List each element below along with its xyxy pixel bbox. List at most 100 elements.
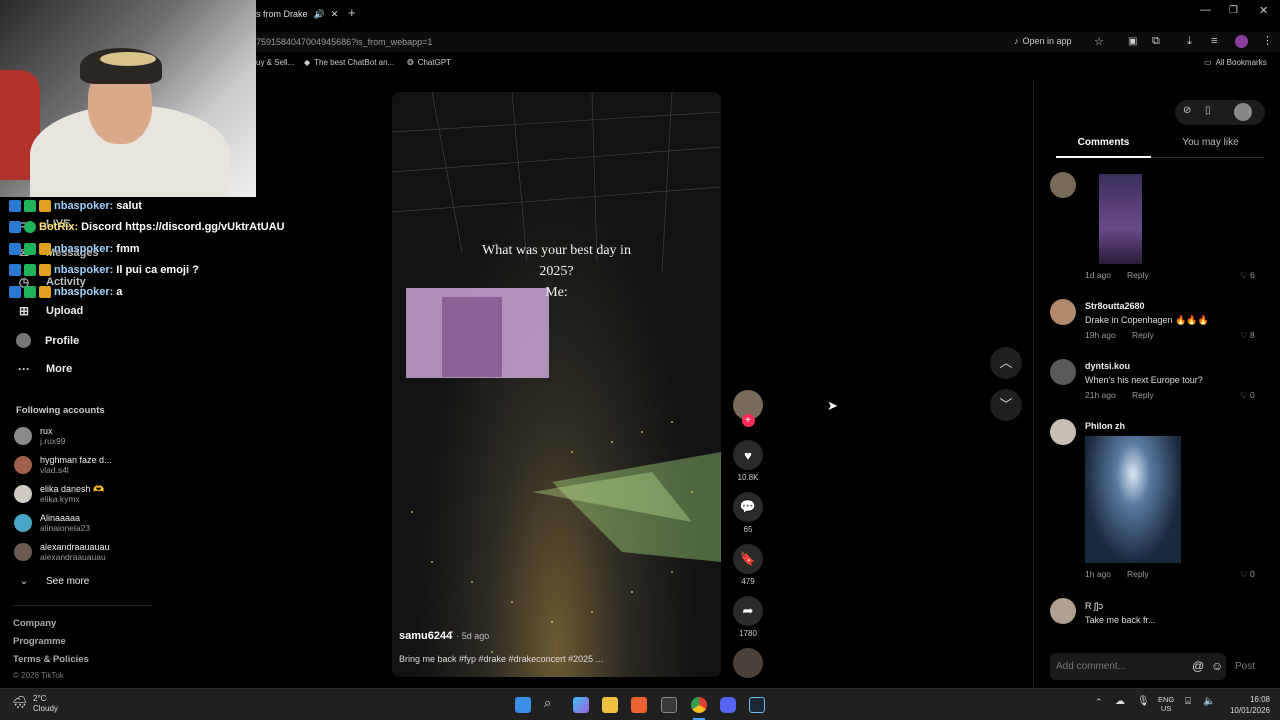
sidebar-item-more[interactable]: ··· More [16,362,72,376]
video-caption[interactable]: Bring me back #fyp #drake #drakeconcert … [399,654,603,664]
comment-image[interactable] [1085,436,1181,563]
tab-you-may-like[interactable]: You may like [1163,137,1258,148]
add-comment-input-wrap[interactable]: Add comment... @ ☺ [1050,653,1226,680]
following-account[interactable]: elika danesh 🫶 elika.kymx [14,484,104,504]
brave-icon[interactable] [631,697,647,713]
footer-link[interactable]: Terms & Policies [13,654,89,665]
following-account[interactable]: Alinaaaaa alinaionela23 [14,513,90,533]
download-icon[interactable]: ⤓ [1187,35,1192,48]
all-bookmarks[interactable]: ▭ All Bookmarks [1204,58,1267,67]
bookmark-star-icon[interactable]: ☆ [1094,35,1104,48]
windows-start-icon[interactable] [515,697,531,713]
sidebar-item-profile[interactable]: Profile [16,333,79,348]
user-avatar[interactable] [1234,103,1252,121]
browser-tab[interactable]: s from Drake 🔊 ✕ [256,3,342,25]
reply-button[interactable]: Reply [1127,270,1149,280]
clock[interactable]: 16:08 10/01/2026 [1222,694,1270,716]
reply-button[interactable]: Reply [1127,569,1149,579]
close-window-button[interactable]: ✕ [1259,4,1268,17]
following-account[interactable]: rux j.rux99 [14,426,66,446]
like-button[interactable]: ♥ 10.8K [732,440,764,482]
chevron-up-icon[interactable]: ⌃ [1095,697,1103,708]
avatar[interactable] [1050,419,1076,445]
emoji-icon[interactable]: ☺ [1211,659,1223,673]
reply-button[interactable]: Reply [1132,330,1154,340]
open-in-app-button[interactable]: ♪ Open in app [1014,36,1072,46]
cloud-icon[interactable]: ☁ [1115,696,1125,707]
file-explorer-icon[interactable] [602,697,618,713]
new-tab-button[interactable]: + [348,5,356,20]
profile-avatar[interactable] [1235,35,1248,48]
save-button[interactable]: 🔖 479 [732,544,764,586]
avatar-icon [16,333,31,348]
comment-image[interactable] [1099,174,1142,264]
chevron-down-icon[interactable]: ﹀ [990,389,1022,421]
following-account[interactable]: hyghman faze d... vlad.s4l [14,455,112,475]
app-icon[interactable] [661,697,677,713]
avatar[interactable] [1050,172,1076,198]
language-indicator[interactable]: ENG US [1158,695,1174,713]
badge-icon [24,286,36,298]
extension-icon[interactable]: ▣ [1128,36,1137,47]
avatar [14,485,32,503]
comments-panel: ⊘ ▯ Comments You may like 1d ago Reply ♡… [1033,80,1280,688]
author-avatar-button[interactable]: + [732,390,764,427]
comment-icon: 💬 [733,492,763,522]
follow-plus-icon[interactable]: + [741,414,755,427]
phone-icon[interactable]: ▯ [1205,105,1211,116]
divider [13,605,153,606]
comment-like[interactable]: ♡ 6 [1240,270,1255,281]
media-icon[interactable]: ≡ [1211,35,1217,47]
bookmark-item[interactable]: uy & Sell... [256,58,294,67]
search-icon[interactable]: ⌕ [544,695,551,711]
avatar[interactable] [1050,299,1076,325]
share-button[interactable]: ➦ 1780 [732,596,764,638]
see-more-link[interactable]: ⌄ See more [16,576,90,587]
weather-icon: 🌨 [12,695,28,709]
network-icon[interactable]: ⌸ [1185,696,1191,707]
minimize-button[interactable]: — [1200,4,1211,16]
chrome-icon[interactable] [691,697,707,713]
steam-icon[interactable] [749,697,765,713]
weather-widget[interactable]: 2°C Cloudy [33,694,58,714]
bookmark-item[interactable]: ◆ The best ChatBot an... [304,58,394,67]
microphone-icon[interactable]: 🎙 [1137,696,1150,707]
reply-button[interactable]: Reply [1132,390,1154,400]
url-text[interactable]: 7591584047004945686?is_from_webapp=1 [256,37,432,47]
add-comment-input[interactable]: Add comment... [1056,661,1126,672]
footer-link[interactable]: Company [13,618,56,629]
video-author[interactable]: samu6244 [399,630,452,642]
tab-comments[interactable]: Comments [1056,137,1151,148]
post-button[interactable]: Post [1235,661,1255,672]
volume-icon[interactable]: 🔈 [1203,696,1215,707]
discord-icon[interactable] [720,697,736,713]
video-player[interactable]: What was your best day in 2025? Me: samu… [392,92,721,677]
close-tab-icon[interactable]: ✕ [331,9,339,20]
music-disc-button[interactable] [732,648,764,678]
panel-toolbar: ⊘ ▯ [1175,100,1265,125]
avatar[interactable] [1050,359,1076,385]
footer-link[interactable]: Programme [13,636,66,647]
comment-button[interactable]: 💬 65 [732,492,764,534]
chatgpt-icon: ❂ [407,58,414,67]
following-account[interactable]: alexandraauauau alexandraauauau [14,542,110,562]
compass-icon[interactable]: ⊘ [1183,105,1191,116]
badge-icon [9,243,21,255]
copyright: © 2026 TikTok [13,671,64,680]
heart-icon: ♡ [1240,270,1248,280]
video-author-line: samu6244 · 5d ago [399,630,489,642]
bookmark-item[interactable]: ❂ ChatGPT [407,58,451,67]
heart-icon: ♡ [1240,330,1248,340]
mention-icon[interactable]: @ [1192,659,1204,673]
puzzle-icon[interactable]: ⧉ [1152,35,1160,48]
menu-icon[interactable]: ⋮ [1262,34,1273,47]
sidebar-item-upload[interactable]: ⊞ Upload [16,304,83,318]
comment-like[interactable]: ♡ 0 [1240,569,1255,580]
speaker-icon[interactable]: 🔊 [314,9,325,20]
chevron-up-icon[interactable]: ︿ [990,347,1022,379]
avatar[interactable] [1050,598,1076,624]
comment-like[interactable]: ♡ 0 [1240,390,1255,401]
comment-like[interactable]: ♡ 8 [1240,330,1255,341]
restore-button[interactable]: ❐ [1229,5,1238,16]
copilot-icon[interactable] [573,697,589,713]
